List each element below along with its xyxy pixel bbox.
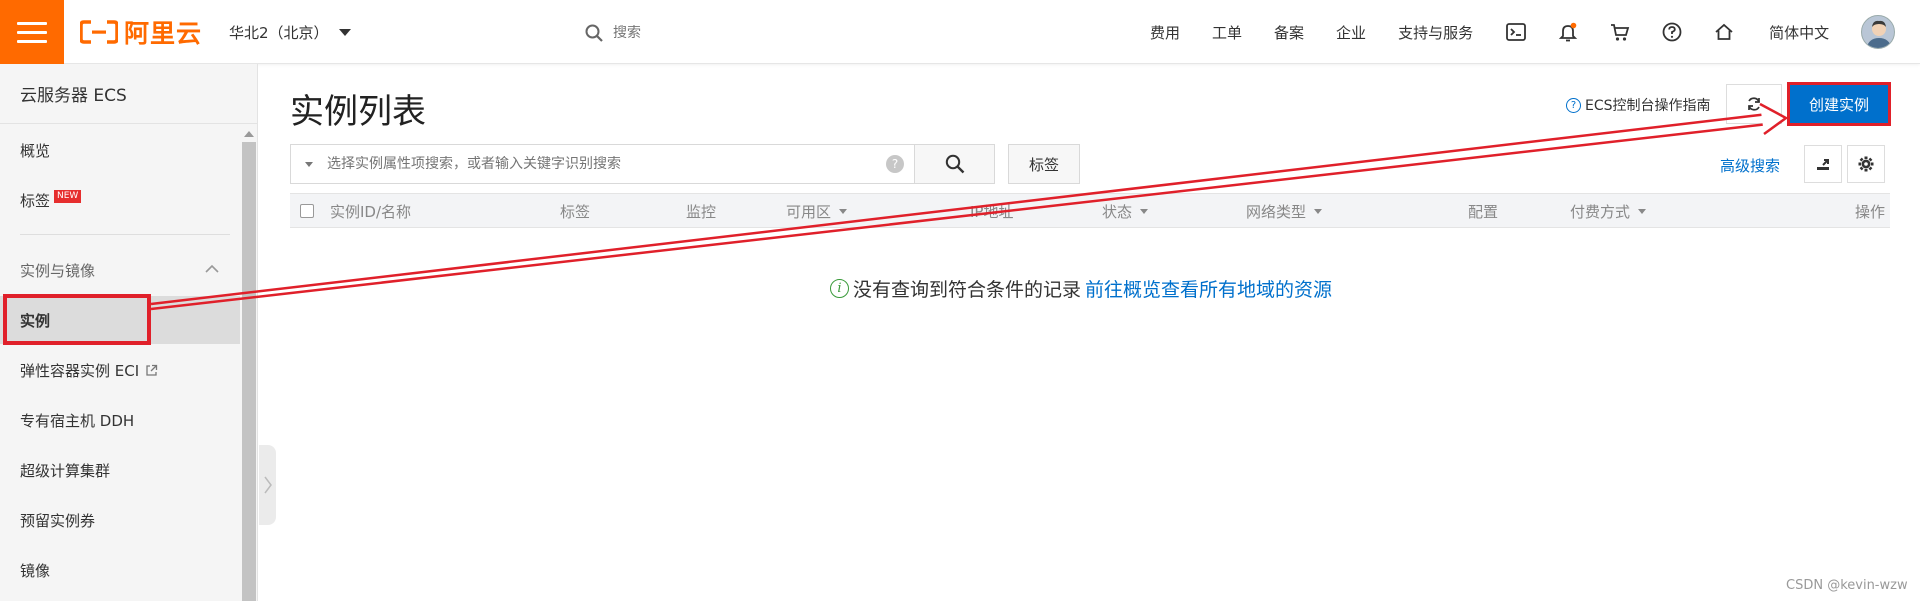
column-header-status[interactable]: 状态 [1102, 194, 1149, 229]
sort-caret-icon [1140, 209, 1149, 214]
search-icon [585, 24, 603, 42]
sidebar-item-label: 镜像 [20, 561, 51, 580]
create-instance-button[interactable]: 创建实例 [1787, 82, 1891, 126]
column-label: 状态 [1102, 203, 1133, 221]
sidebar-group-instances-images[interactable]: 实例与镜像 [0, 250, 240, 290]
sidebar-item-ddh[interactable]: 专有宿主机 DDH [0, 396, 240, 444]
select-all-checkbox[interactable] [300, 204, 314, 218]
chevron-right-icon [263, 476, 272, 494]
sidebar-title: 云服务器 ECS [0, 64, 257, 124]
bell-icon[interactable] [1557, 21, 1579, 43]
sidebar-collapse-handle[interactable] [259, 445, 276, 525]
export-icon [1817, 159, 1829, 170]
sidebar-divider [20, 234, 230, 235]
column-label: 付费方式 [1570, 203, 1631, 221]
hamburger-menu-icon[interactable] [0, 0, 64, 64]
help-icon[interactable] [1661, 21, 1683, 43]
home-icon[interactable] [1713, 21, 1735, 43]
gear-icon [1858, 156, 1874, 172]
caret-down-icon[interactable] [305, 161, 313, 167]
sidebar-item-label: 超级计算集群 [20, 461, 111, 480]
export-button[interactable] [1804, 145, 1842, 183]
column-header-zone[interactable]: 可用区 [786, 194, 848, 229]
page-title: 实例列表 [290, 92, 426, 132]
sidebar-item-eci[interactable]: 弹性容器实例 ECI [0, 346, 240, 394]
column-header-config: 配置 [1468, 203, 1499, 221]
settings-button[interactable] [1847, 145, 1885, 183]
chevron-up-icon[interactable] [205, 264, 219, 274]
instance-filter[interactable]: ? [290, 144, 915, 184]
nav-support[interactable]: 支持与服务 [1398, 22, 1473, 43]
logo[interactable]: 阿里云 [80, 17, 203, 48]
new-badge: NEW [54, 189, 82, 203]
nav-tickets[interactable]: 工单 [1212, 22, 1242, 43]
aliyun-logo-icon [80, 20, 118, 44]
column-header-tags: 标签 [560, 203, 591, 221]
column-header-actions: 操作 [1855, 203, 1886, 221]
sidebar-item-reserved[interactable]: 预留实例券 [0, 496, 240, 544]
overview-all-regions-link[interactable]: 前往概览查看所有地域的资源 [1085, 275, 1332, 302]
terminal-icon[interactable] [1505, 21, 1527, 43]
help-icon[interactable]: ? [886, 155, 904, 173]
info-icon: i [830, 279, 849, 298]
empty-state-text: 没有查询到符合条件的记录 [853, 279, 1082, 301]
scroll-thumb[interactable] [242, 142, 256, 601]
instance-search-input[interactable] [327, 156, 867, 172]
sidebar-scrollbar[interactable] [242, 128, 256, 601]
cart-icon[interactable] [1609, 21, 1631, 43]
sort-caret-icon [1314, 209, 1323, 214]
refresh-button[interactable] [1726, 84, 1782, 124]
region-selector[interactable]: 华北2（北京） [229, 22, 351, 43]
console-guide-label: ECS控制台操作指南 [1585, 98, 1711, 114]
sidebar-item-cluster[interactable]: 超级计算集群 [0, 446, 240, 494]
column-label: 可用区 [786, 203, 832, 221]
empty-state: i 没有查询到符合条件的记录 前往概览查看所有地域的资源 [830, 275, 1332, 302]
sidebar-item-label: 标签 [20, 191, 51, 210]
sidebar-item-label: 专有宿主机 DDH [20, 411, 135, 430]
search-icon [945, 154, 964, 174]
column-header-network[interactable]: 网络类型 [1246, 194, 1323, 229]
sidebar-item-overview[interactable]: 概览 [0, 126, 240, 174]
top-bar: 阿里云 华北2（北京） 费用 工单 备案 企业 支持与服务 简体中文 [0, 0, 1920, 64]
column-header-ip: IP地址 [970, 203, 1014, 221]
nav-enterprise[interactable]: 企业 [1336, 22, 1366, 43]
column-header-monitor: 监控 [686, 203, 717, 221]
instance-table-header: 实例ID/名称 标签 监控 可用区 IP地址 状态 网络类型 配置 付费方式 操… [290, 193, 1890, 228]
logo-text: 阿里云 [124, 19, 203, 48]
chevron-down-icon [338, 29, 351, 36]
sort-caret-icon [1638, 209, 1647, 214]
nav-billing[interactable]: 费用 [1150, 22, 1180, 43]
avatar[interactable] [1861, 15, 1896, 49]
global-search[interactable] [585, 18, 985, 48]
sort-caret-icon [839, 209, 848, 214]
console-guide-link[interactable]: ? ECS控制台操作指南 [1566, 95, 1711, 115]
question-circle-icon: ? [1566, 97, 1581, 113]
watermark: CSDN @kevin-wzw [1786, 578, 1908, 593]
sidebar-item-label: 概览 [20, 141, 51, 160]
region-label: 华北2（北京） [229, 24, 329, 42]
global-search-input[interactable] [613, 25, 913, 41]
scroll-up-arrow-icon[interactable] [244, 131, 254, 137]
language-switch[interactable]: 简体中文 [1769, 22, 1829, 43]
sidebar-item-label: 预留实例券 [20, 511, 96, 530]
advanced-search-link[interactable]: 高级搜索 [1720, 155, 1780, 176]
refresh-icon [1748, 97, 1760, 111]
external-link-icon [146, 364, 158, 376]
column-header-billing[interactable]: 付费方式 [1570, 194, 1647, 229]
column-label: 网络类型 [1246, 203, 1307, 221]
search-button[interactable] [914, 144, 995, 184]
sidebar-item-tags[interactable]: 标签 NEW [0, 176, 240, 224]
sidebar-item-label: 弹性容器实例 ECI [20, 361, 140, 380]
column-header-id: 实例ID/名称 [330, 203, 412, 221]
top-nav: 费用 工单 备案 企业 支持与服务 简体中文 [1150, 0, 1896, 64]
annotation-highlight-box [3, 294, 151, 345]
tag-filter-button[interactable]: 标签 [1008, 144, 1080, 184]
nav-icp[interactable]: 备案 [1274, 22, 1304, 43]
sidebar-group-label: 实例与镜像 [20, 261, 96, 280]
sidebar-item-images[interactable]: 镜像 [0, 546, 240, 594]
